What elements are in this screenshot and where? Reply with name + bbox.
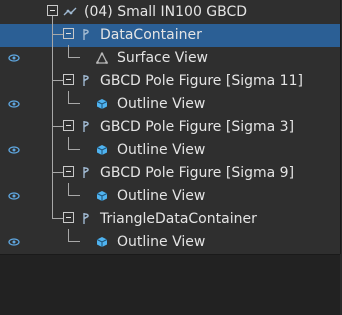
tree-item-label: Outline View — [117, 96, 206, 112]
collapse-toggle[interactable] — [47, 5, 58, 16]
pipeline-tree: (04) Small IN100 GBCD DataContainer Surfa… — [0, 0, 342, 315]
visibility-eye-icon[interactable] — [8, 190, 20, 202]
data-container-icon — [80, 120, 92, 132]
tree-row-view[interactable]: Outline View — [0, 137, 340, 162]
tree-row-view[interactable]: Outline View — [0, 229, 340, 254]
visibility-eye-icon[interactable] — [8, 52, 20, 64]
tree-branch-line — [68, 57, 80, 58]
visibility-eye-icon[interactable] — [8, 236, 20, 248]
tree-row-container[interactable]: TriangleDataContainer — [0, 208, 340, 231]
tree-row-view[interactable]: Outline View — [0, 183, 340, 208]
tree-guide-line — [68, 91, 69, 103]
tree-row-root[interactable]: (04) Small IN100 GBCD — [0, 1, 340, 24]
tree-item-label: Surface View — [117, 50, 209, 66]
tree-guide-line — [68, 45, 69, 57]
tree-guide-line — [68, 137, 69, 149]
collapse-toggle[interactable] — [63, 212, 74, 223]
collapse-toggle[interactable] — [63, 166, 74, 177]
tree-item-label: GBCD Pole Figure [Sigma 3] — [100, 119, 295, 135]
tree-branch-line — [68, 195, 80, 196]
outline-cube-icon — [96, 236, 108, 248]
collapse-toggle[interactable] — [63, 120, 74, 131]
visibility-eye-icon[interactable] — [8, 98, 20, 110]
tree-guide-line — [52, 16, 53, 219]
empty-panel-area — [0, 254, 340, 315]
tree-row-container[interactable]: GBCD Pole Figure [Sigma 11] — [0, 70, 340, 93]
outline-cube-icon — [96, 144, 108, 156]
tree-guide-line — [68, 229, 69, 241]
tree-item-label: Outline View — [117, 188, 206, 204]
tree-item-label: Outline View — [117, 142, 206, 158]
tree-branch-line — [52, 34, 63, 35]
tree-row-view[interactable]: Surface View — [0, 45, 340, 70]
data-container-icon — [80, 212, 92, 224]
tree-item-label: GBCD Pole Figure [Sigma 11] — [100, 73, 303, 89]
tree-guide-line — [68, 183, 69, 195]
tree-root-label: (04) Small IN100 GBCD — [84, 4, 248, 20]
tree-row-container[interactable]: GBCD Pole Figure [Sigma 9] — [0, 162, 340, 185]
pipeline-icon — [63, 6, 77, 18]
tree-branch-line — [68, 241, 80, 242]
tree-branch-line — [52, 218, 63, 219]
tree-branch-line — [52, 172, 63, 173]
data-container-icon — [80, 28, 92, 40]
tree-branch-line — [68, 149, 80, 150]
tree-item-label: GBCD Pole Figure [Sigma 9] — [100, 165, 295, 181]
outline-cube-icon — [96, 190, 108, 202]
tree-item-label: TriangleDataContainer — [100, 211, 257, 227]
tree-branch-line — [52, 80, 63, 81]
tree-row-container[interactable]: DataContainer — [0, 24, 340, 47]
data-container-icon — [80, 166, 92, 178]
tree-row-view[interactable]: Outline View — [0, 91, 340, 116]
collapse-toggle[interactable] — [63, 74, 74, 85]
visibility-eye-icon[interactable] — [8, 144, 20, 156]
outline-cube-icon — [96, 98, 108, 110]
tree-branch-line — [68, 103, 80, 104]
surface-view-icon — [95, 51, 109, 64]
tree-item-label: Outline View — [117, 234, 206, 250]
tree-branch-line — [52, 126, 63, 127]
tree-item-label: DataContainer — [100, 27, 202, 43]
collapse-toggle[interactable] — [63, 28, 74, 39]
data-container-icon — [80, 74, 92, 86]
tree-row-container[interactable]: GBCD Pole Figure [Sigma 3] — [0, 116, 340, 139]
